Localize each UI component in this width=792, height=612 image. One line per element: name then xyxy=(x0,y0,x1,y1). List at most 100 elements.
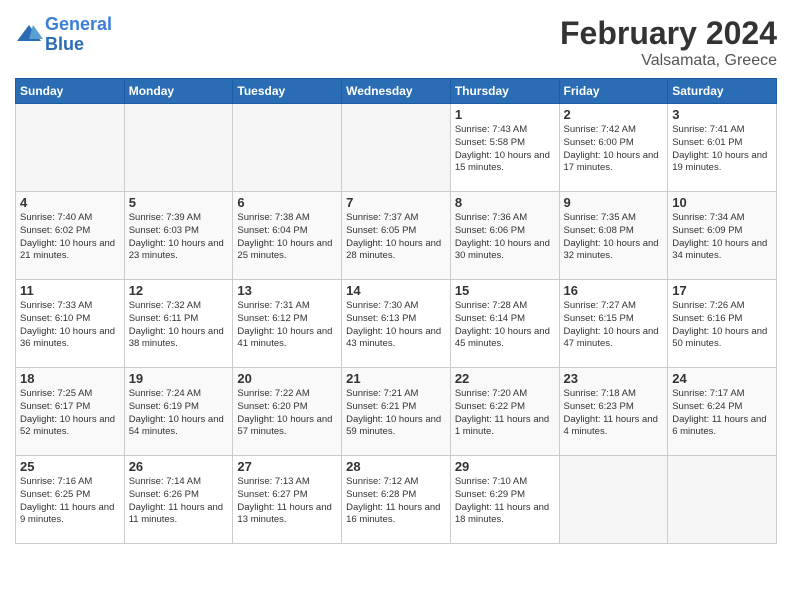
day-number: 19 xyxy=(129,371,229,386)
day-number: 1 xyxy=(455,107,555,122)
day-number: 5 xyxy=(129,195,229,210)
day-cell: 10 Sunrise: 7:34 AMSunset: 6:09 PMDayligh… xyxy=(668,192,777,280)
day-number: 2 xyxy=(564,107,664,122)
week-row-4: 18 Sunrise: 7:25 AMSunset: 6:17 PMDayligh… xyxy=(16,368,777,456)
day-cell xyxy=(559,456,668,544)
day-cell: 1 Sunrise: 7:43 AMSunset: 5:58 PMDaylight… xyxy=(450,104,559,192)
day-number: 14 xyxy=(346,283,446,298)
day-number: 3 xyxy=(672,107,772,122)
day-cell: 16Sunrise: 7:27 AMSunset: 6:15 PMDayligh… xyxy=(559,280,668,368)
day-cell: 29 Sunrise: 7:10 AMSunset: 6:29 PMDayligh… xyxy=(450,456,559,544)
header-day-friday: Friday xyxy=(559,79,668,104)
day-number: 26 xyxy=(129,459,229,474)
day-info: Sunrise: 7:43 AMSunset: 5:58 PMDaylight:… xyxy=(455,124,555,175)
day-info: Sunrise: 7:32 AMSunset: 6:11 PMDaylight:… xyxy=(129,300,229,351)
logo-icon xyxy=(15,21,43,49)
header-area: General Blue February 2024 Valsamata, Gr… xyxy=(15,15,777,70)
day-info: Sunrise: 7:13 AMSunset: 6:27 PMDaylight:… xyxy=(237,476,337,527)
logo-general: General xyxy=(45,14,112,34)
day-number: 20 xyxy=(237,371,337,386)
day-info: Sunrise: 7:34 AMSunset: 6:09 PMDaylight:… xyxy=(672,212,772,263)
day-info: Sunrise: 7:17 AMSunset: 6:24 PMDaylight:… xyxy=(672,388,772,439)
day-cell: 28 Sunrise: 7:12 AMSunset: 6:28 PMDayligh… xyxy=(342,456,451,544)
day-cell xyxy=(16,104,125,192)
logo: General Blue xyxy=(15,15,112,55)
day-cell xyxy=(342,104,451,192)
day-info: Sunrise: 7:26 AMSunset: 6:16 PMDaylight:… xyxy=(672,300,772,351)
day-cell: 25 Sunrise: 7:16 AMSunset: 6:25 PMDayligh… xyxy=(16,456,125,544)
day-number: 7 xyxy=(346,195,446,210)
calendar-title: February 2024 xyxy=(560,15,777,52)
day-info: Sunrise: 7:38 AMSunset: 6:04 PMDaylight:… xyxy=(237,212,337,263)
day-number: 17 xyxy=(672,283,772,298)
header-day-saturday: Saturday xyxy=(668,79,777,104)
day-cell: 26 Sunrise: 7:14 AMSunset: 6:26 PMDayligh… xyxy=(124,456,233,544)
day-info: Sunrise: 7:21 AMSunset: 6:21 PMDaylight:… xyxy=(346,388,446,439)
header-day-monday: Monday xyxy=(124,79,233,104)
logo-text: General Blue xyxy=(45,15,112,55)
day-number: 29 xyxy=(455,459,555,474)
day-number: 18 xyxy=(20,371,120,386)
day-info: Sunrise: 7:12 AMSunset: 6:28 PMDaylight:… xyxy=(346,476,446,527)
day-number: 28 xyxy=(346,459,446,474)
day-info: Sunrise: 7:14 AMSunset: 6:26 PMDaylight:… xyxy=(129,476,229,527)
day-cell xyxy=(668,456,777,544)
day-cell: 19 Sunrise: 7:24 AMSunset: 6:19 PMDayligh… xyxy=(124,368,233,456)
day-number: 21 xyxy=(346,371,446,386)
day-cell xyxy=(124,104,233,192)
day-number: 13 xyxy=(237,283,337,298)
day-info: Sunrise: 7:31 AMSunset: 6:12 PMDaylight:… xyxy=(237,300,337,351)
day-cell: 27 Sunrise: 7:13 AMSunset: 6:27 PMDayligh… xyxy=(233,456,342,544)
day-cell: 7 Sunrise: 7:37 AMSunset: 6:05 PMDaylight… xyxy=(342,192,451,280)
day-info: Sunrise: 7:16 AMSunset: 6:25 PMDaylight:… xyxy=(20,476,120,527)
day-number: 9 xyxy=(564,195,664,210)
day-cell: 4Sunrise: 7:40 AMSunset: 6:02 PMDaylight… xyxy=(16,192,125,280)
day-cell: 15 Sunrise: 7:28 AMSunset: 6:14 PMDayligh… xyxy=(450,280,559,368)
day-number: 25 xyxy=(20,459,120,474)
week-row-1: 1 Sunrise: 7:43 AMSunset: 5:58 PMDaylight… xyxy=(16,104,777,192)
header-row: SundayMondayTuesdayWednesdayThursdayFrid… xyxy=(16,79,777,104)
day-cell: 8 Sunrise: 7:36 AMSunset: 6:06 PMDaylight… xyxy=(450,192,559,280)
day-info: Sunrise: 7:28 AMSunset: 6:14 PMDaylight:… xyxy=(455,300,555,351)
day-info: Sunrise: 7:33 AMSunset: 6:10 PMDaylight:… xyxy=(20,300,120,351)
day-number: 23 xyxy=(564,371,664,386)
day-cell: 18 Sunrise: 7:25 AMSunset: 6:17 PMDayligh… xyxy=(16,368,125,456)
day-number: 24 xyxy=(672,371,772,386)
day-info: Sunrise: 7:37 AMSunset: 6:05 PMDaylight:… xyxy=(346,212,446,263)
day-info: Sunrise: 7:25 AMSunset: 6:17 PMDaylight:… xyxy=(20,388,120,439)
day-cell: 2Sunrise: 7:42 AMSunset: 6:00 PMDaylight… xyxy=(559,104,668,192)
day-info: Sunrise: 7:10 AMSunset: 6:29 PMDaylight:… xyxy=(455,476,555,527)
day-info: Sunrise: 7:18 AMSunset: 6:23 PMDaylight:… xyxy=(564,388,664,439)
day-cell: 5Sunrise: 7:39 AMSunset: 6:03 PMDaylight… xyxy=(124,192,233,280)
day-number: 15 xyxy=(455,283,555,298)
week-row-2: 4Sunrise: 7:40 AMSunset: 6:02 PMDaylight… xyxy=(16,192,777,280)
day-info: Sunrise: 7:41 AMSunset: 6:01 PMDaylight:… xyxy=(672,124,772,175)
day-cell: 17 Sunrise: 7:26 AMSunset: 6:16 PMDayligh… xyxy=(668,280,777,368)
header-day-tuesday: Tuesday xyxy=(233,79,342,104)
day-cell: 21 Sunrise: 7:21 AMSunset: 6:21 PMDayligh… xyxy=(342,368,451,456)
calendar-page: General Blue February 2024 Valsamata, Gr… xyxy=(0,0,792,554)
day-number: 27 xyxy=(237,459,337,474)
day-info: Sunrise: 7:20 AMSunset: 6:22 PMDaylight:… xyxy=(455,388,555,439)
day-number: 22 xyxy=(455,371,555,386)
day-cell: 24 Sunrise: 7:17 AMSunset: 6:24 PMDayligh… xyxy=(668,368,777,456)
day-info: Sunrise: 7:24 AMSunset: 6:19 PMDaylight:… xyxy=(129,388,229,439)
day-number: 10 xyxy=(672,195,772,210)
header-day-sunday: Sunday xyxy=(16,79,125,104)
logo-blue: Blue xyxy=(45,34,84,54)
day-cell xyxy=(233,104,342,192)
day-cell: 3 Sunrise: 7:41 AMSunset: 6:01 PMDaylight… xyxy=(668,104,777,192)
day-number: 11 xyxy=(20,283,120,298)
calendar-subtitle: Valsamata, Greece xyxy=(560,52,777,70)
header-day-wednesday: Wednesday xyxy=(342,79,451,104)
day-cell: 23 Sunrise: 7:18 AMSunset: 6:23 PMDayligh… xyxy=(559,368,668,456)
title-area: February 2024 Valsamata, Greece xyxy=(560,15,777,70)
day-cell: 22 Sunrise: 7:20 AMSunset: 6:22 PMDayligh… xyxy=(450,368,559,456)
week-row-5: 25 Sunrise: 7:16 AMSunset: 6:25 PMDayligh… xyxy=(16,456,777,544)
day-number: 16 xyxy=(564,283,664,298)
day-number: 8 xyxy=(455,195,555,210)
day-cell: 9Sunrise: 7:35 AMSunset: 6:08 PMDaylight… xyxy=(559,192,668,280)
calendar-table: SundayMondayTuesdayWednesdayThursdayFrid… xyxy=(15,78,777,544)
day-info: Sunrise: 7:36 AMSunset: 6:06 PMDaylight:… xyxy=(455,212,555,263)
day-info: Sunrise: 7:22 AMSunset: 6:20 PMDaylight:… xyxy=(237,388,337,439)
